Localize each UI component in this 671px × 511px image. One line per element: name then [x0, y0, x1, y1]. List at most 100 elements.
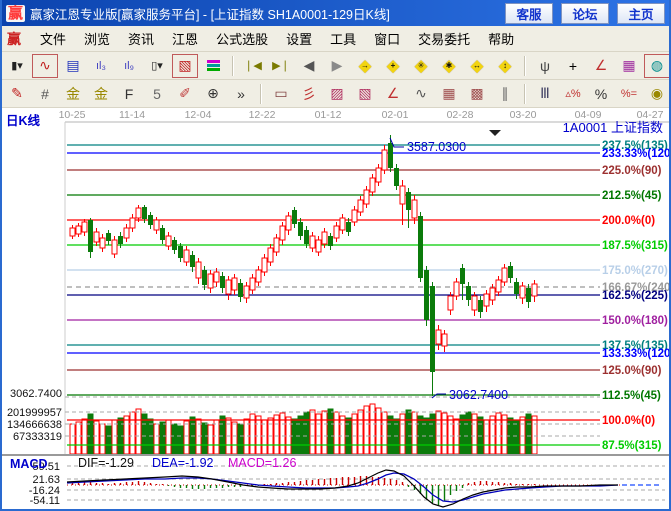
svg-text:225.0%(90): 225.0%(90) — [602, 165, 662, 177]
spiral-5-icon[interactable]: 5 — [144, 82, 170, 106]
menu-item-文件[interactable]: 文件 — [31, 27, 75, 50]
menu-item-浏览[interactable]: 浏览 — [75, 27, 119, 50]
svg-text:150.0%(180): 150.0%(180) — [602, 315, 668, 327]
gann-grid-icon[interactable]: # — [32, 82, 58, 106]
svg-text:187.5%(315): 187.5%(315) — [602, 240, 668, 252]
dif-value: DIF=-1.29 — [78, 456, 134, 470]
svg-text:133.33%(120): 133.33%(120) — [602, 348, 671, 360]
mini-chart-9-icon[interactable]: ıl₉ — [116, 54, 142, 78]
parallel-lines-icon[interactable]: ∥ — [492, 82, 518, 106]
crosshair-icon[interactable]: + — [560, 54, 586, 78]
percent-triangle-icon[interactable]: ▵% — [560, 82, 586, 106]
forum-button[interactable]: 论坛 — [561, 3, 609, 24]
draw-kline-icon[interactable]: ✐ — [172, 82, 198, 106]
app-logo-icon: 赢 — [6, 5, 25, 22]
step-back-icon[interactable]: ◀ — [296, 54, 322, 78]
svg-text:02-28: 02-28 — [447, 109, 474, 121]
first-page-icon[interactable]: ❘◀ — [240, 54, 266, 78]
toolbar-separator — [260, 84, 262, 104]
svg-text:3587.0300: 3587.0300 — [407, 140, 466, 154]
f-tool-icon[interactable]: F — [116, 82, 142, 106]
menu-item-帮助[interactable]: 帮助 — [479, 27, 523, 50]
gold-circle-icon[interactable]: ◉ — [644, 82, 670, 106]
menu-item-江恩[interactable]: 江恩 — [163, 27, 207, 50]
box-tool-icon[interactable]: ▭ — [268, 82, 294, 106]
menu-bar: 赢 文件浏览资讯江恩公式选股设置工具窗口交易委托帮助 — [0, 26, 671, 52]
svg-text:3062.7400: 3062.7400 — [10, 388, 62, 400]
symbol-label: 1A0001 上证指数 — [563, 117, 663, 136]
menu-items: 文件浏览资讯江恩公式选股设置工具窗口交易委托帮助 — [31, 27, 523, 50]
macd-value: MACD=1.26 — [228, 456, 296, 470]
svg-text:02-01: 02-01 — [382, 109, 409, 121]
toolbar-drawing: ✎#金金F5✐⊕»▭彡▨▧∠∿▦▩∥Ⅲ▵%%%=◉金✎∿金∠ — [0, 80, 671, 108]
diamond-right-icon[interactable]: ◆→ — [352, 54, 378, 78]
angle-line-icon[interactable]: ∠ — [380, 82, 406, 106]
diamond-star-icon[interactable]: ◆✳ — [408, 54, 434, 78]
diamond-vmove-icon[interactable]: ◆↕ — [492, 54, 518, 78]
svg-text:212.5%(45): 212.5%(45) — [602, 190, 662, 202]
svg-text:201999957: 201999957 — [7, 407, 62, 419]
gann-wheel-icon[interactable]: ⊕ — [200, 82, 226, 106]
kline-period-icon[interactable]: ▮▾ — [4, 54, 30, 78]
menu-item-窗口[interactable]: 窗口 — [365, 27, 409, 50]
gann-fan-icon[interactable]: 彡 — [296, 82, 322, 106]
svg-text:67333319: 67333319 — [13, 431, 62, 443]
toolbar-main: ▮▾∿▤ıl₃ıl₉▯▾▧❘◀▶❘◀▶◆→◆+◆✳◆✱◆↔◆↕ψ+∠▦◍21▦▤ — [0, 52, 671, 80]
color-analysis-icon[interactable] — [200, 54, 226, 78]
zigzag-screen-icon[interactable]: ∿ — [32, 54, 58, 78]
menu-item-公式选股[interactable]: 公式选股 — [207, 27, 277, 50]
diamond-hmove-icon[interactable]: ◆↔ — [464, 54, 490, 78]
percent-icon[interactable]: % — [588, 82, 614, 106]
svg-text:10-25: 10-25 — [59, 109, 86, 121]
menu-item-设置[interactable]: 设置 — [277, 27, 321, 50]
svg-text:162.5%(225): 162.5%(225) — [602, 290, 668, 302]
service-button[interactable]: 客服 — [505, 3, 553, 24]
svg-text:125.0%(90): 125.0%(90) — [602, 365, 662, 377]
gold-section-icon[interactable]: 金 — [60, 82, 86, 106]
period-label: 日K线 — [6, 110, 40, 129]
dea-value: DEA=-1.92 — [152, 456, 214, 470]
step-forward-icon[interactable]: ▶ — [324, 54, 350, 78]
menu-item-交易委托[interactable]: 交易委托 — [409, 27, 479, 50]
fan-box-icon[interactable]: ▨ — [324, 82, 350, 106]
candle-style-icon[interactable]: ▯▾ — [144, 54, 170, 78]
svg-text:134666638: 134666638 — [7, 419, 62, 431]
more-tools-chevron-icon[interactable]: » — [228, 82, 254, 106]
svg-text:12-22: 12-22 — [249, 109, 276, 121]
svg-text:175.0%(270): 175.0%(270) — [602, 265, 668, 277]
chart-area[interactable]: 10-2511-1412-0412-2201-1202-0102-2803-20… — [0, 108, 671, 511]
percent-bars-icon[interactable]: Ⅲ — [532, 82, 558, 106]
note-list-icon[interactable]: ▤ — [60, 54, 86, 78]
diamond-asterisk-icon[interactable]: ◆✱ — [436, 54, 462, 78]
purple-grid-icon[interactable]: ▦ — [616, 54, 642, 78]
toolbar-separator — [232, 56, 234, 76]
gann-angle-icon[interactable]: ∠ — [588, 54, 614, 78]
svg-text:100.0%(0): 100.0%(0) — [602, 415, 655, 427]
hand-tool-icon[interactable]: ψ — [532, 54, 558, 78]
svg-text:112.5%(45): 112.5%(45) — [602, 390, 661, 402]
menu-logo-icon: 赢 — [7, 29, 21, 49]
compress-icon[interactable]: ▧ — [172, 54, 198, 78]
brain-tool-icon[interactable]: ◍ — [644, 54, 670, 78]
svg-text:03-20: 03-20 — [510, 109, 537, 121]
main-chart-svg[interactable]: 10-2511-1412-0412-2201-1202-0102-2803-20… — [0, 108, 671, 511]
svg-text:11-14: 11-14 — [119, 109, 145, 121]
percent-lines-icon[interactable]: %= — [616, 82, 642, 106]
red-grid-icon[interactable]: ▦ — [436, 82, 462, 106]
menu-item-资讯[interactable]: 资讯 — [119, 27, 163, 50]
pencil-icon[interactable]: ✎ — [4, 82, 30, 106]
ray-box-icon[interactable]: ▧ — [352, 82, 378, 106]
svg-text:87.5%(315): 87.5%(315) — [602, 440, 662, 452]
svg-text:01-12: 01-12 — [315, 109, 342, 121]
zigzag-line-icon[interactable]: ∿ — [408, 82, 434, 106]
svg-text:233.33%(120): 233.33%(120) — [602, 148, 671, 160]
gold-section2-icon[interactable]: 金 — [88, 82, 114, 106]
menu-item-工具[interactable]: 工具 — [321, 27, 365, 50]
title-bar: 赢 赢家江恩专业版[赢家服务平台] - [上证指数 SH1A0001-129日K… — [0, 0, 671, 26]
last-page-icon[interactable]: ▶❘ — [268, 54, 294, 78]
mini-chart-3-icon[interactable]: ıl₃ — [88, 54, 114, 78]
home-button[interactable]: 主页 — [617, 3, 665, 24]
window-title: 赢家江恩专业版[赢家服务平台] - [上证指数 SH1A0001-129日K线] — [30, 4, 390, 23]
red-grid2-icon[interactable]: ▩ — [464, 82, 490, 106]
diamond-cross-icon[interactable]: ◆+ — [380, 54, 406, 78]
